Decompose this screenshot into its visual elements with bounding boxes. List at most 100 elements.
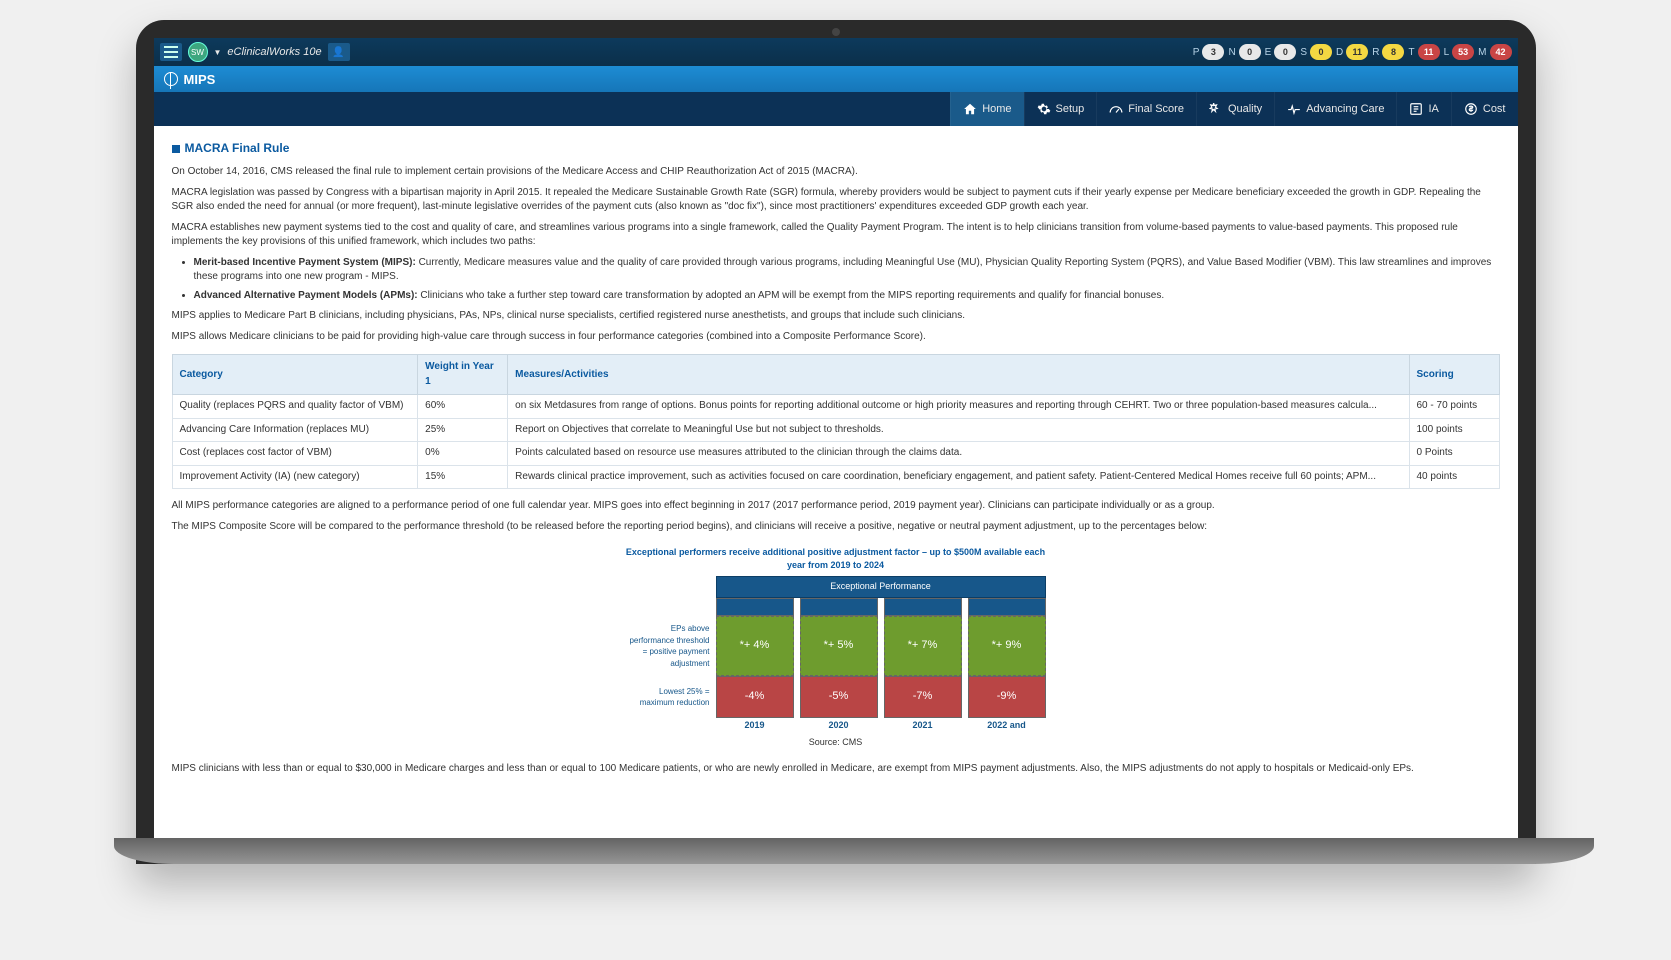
paragraph: MACRA legislation was passed by Congress… [172,186,1500,215]
nav-ia[interactable]: IA [1396,92,1450,126]
chart-header: Exceptional Performance [716,576,1046,597]
col-weight: Weight in Year 1 [418,355,508,395]
list-item: Advanced Alternative Payment Models (APM… [194,289,1500,304]
chart-cell [884,598,962,616]
globe-icon [164,72,178,86]
table-cell: on six Metdasures from range of options.… [508,395,1409,419]
table-cell: 40 points [1409,465,1499,489]
chart-cell: -4% [716,676,794,718]
status-pill-D[interactable]: D11 [1336,44,1368,60]
ia-icon [1409,102,1423,116]
table-cell: Quality (replaces PQRS and quality facto… [172,395,418,419]
table-cell: 60% [418,395,508,419]
paragraph: All MIPS performance categories are alig… [172,499,1500,514]
table-row: Improvement Activity (IA) (new category)… [172,465,1499,489]
table-cell: Advancing Care Information (replaces MU) [172,418,418,442]
paragraph: MACRA establishes new payment systems ti… [172,221,1500,250]
screen: SW ▼ eClinicalWorks 10e 👤 P3N0E0S0D11R8T… [154,38,1518,838]
chart-cell: 2021 [884,718,962,734]
chart-cell: *+ 4% [716,616,794,676]
table-cell: 100 points [1409,418,1499,442]
module-title: MIPS [184,72,216,87]
table-row: Advancing Care Information (replaces MU)… [172,418,1499,442]
people-search-button[interactable]: 👤 [328,43,350,61]
final-score-icon [1109,102,1123,116]
col-category: Category [172,355,418,395]
nav-home[interactable]: Home [950,92,1023,126]
advancing-care-icon [1287,102,1301,116]
cost-icon [1464,102,1478,116]
caret-down-icon[interactable]: ▼ [214,48,222,57]
chart-cell [968,598,1046,616]
nav-label: Advancing Care [1306,103,1384,115]
table-cell: Cost (replaces cost factor of VBM) [172,442,418,466]
chart-cell: -7% [884,676,962,718]
table-cell: Report on Objectives that correlate to M… [508,418,1409,442]
chart-cell: 2020 [800,718,878,734]
status-pill-T[interactable]: T11 [1408,44,1439,60]
nav-label: Cost [1483,103,1506,115]
status-pill-N[interactable]: N0 [1228,44,1260,60]
chart-row-label: Lowest 25% = maximum reduction [626,676,710,718]
chart-cell: -5% [800,676,878,718]
table-cell: Improvement Activity (IA) (new category) [172,465,418,489]
chart-title: Exceptional performers receive additiona… [626,546,1046,572]
person-search-icon: 👤 [332,47,344,58]
chart-row-label: EPs above performance threshold = positi… [626,616,710,676]
col-scoring: Scoring [1409,355,1499,395]
status-pill-M[interactable]: M42 [1478,44,1511,60]
quality-icon [1209,102,1223,116]
menu-button[interactable] [160,43,182,61]
status-pills: P3N0 E0S0D11R8T11 L53M42 [1193,44,1512,60]
chart-cell: *+ 5% [800,616,878,676]
chart-cell: *+ 9% [968,616,1046,676]
content-area: MACRA Final Rule On October 14, 2016, CM… [154,126,1518,838]
chart-source: Source: CMS [626,736,1046,749]
laptop-frame: SW ▼ eClinicalWorks 10e 👤 P3N0E0S0D11R8T… [136,20,1536,864]
paragraph: On October 14, 2016, CMS released the fi… [172,165,1500,180]
module-nav: Home Setup Final ScoreQuality Advancing Car… [154,92,1518,126]
paragraph: The MIPS Composite Score will be compare… [172,520,1500,535]
table-row: Quality (replaces PQRS and quality facto… [172,395,1499,419]
nav-final-score[interactable]: Final Score [1096,92,1196,126]
setup-icon [1037,102,1051,116]
chart-cell: -9% [968,676,1046,718]
status-pill-P[interactable]: P3 [1193,44,1225,60]
status-pill-R[interactable]: R8 [1372,44,1404,60]
chart-cell: 2019 [716,718,794,734]
status-pill-E[interactable]: E0 [1265,44,1297,60]
paragraph: MIPS allows Medicare clinicians to be pa… [172,330,1500,345]
table-cell: Points calculated based on resource use … [508,442,1409,466]
bullet-list: Merit-based Incentive Payment System (MI… [194,256,1500,304]
nav-advancing-care[interactable]: Advancing Care [1274,92,1396,126]
list-item: Merit-based Incentive Payment System (MI… [194,256,1500,285]
table-cell: 60 - 70 points [1409,395,1499,419]
table-cell: 0 Points [1409,442,1499,466]
table-cell: 15% [418,465,508,489]
adjustment-chart: Exceptional performers receive additiona… [172,546,1500,749]
chart-cell [800,598,878,616]
top-bar: SW ▼ eClinicalWorks 10e 👤 P3N0E0S0D11R8T… [154,38,1518,66]
table-row: Cost (replaces cost factor of VBM)0%Poin… [172,442,1499,466]
col-measures: Measures/Activities [508,355,1409,395]
home-icon [963,102,977,116]
nav-setup[interactable]: Setup [1024,92,1097,126]
status-pill-S[interactable]: S0 [1300,44,1332,60]
status-pill-L[interactable]: L53 [1444,44,1475,60]
table-cell: 0% [418,442,508,466]
nav-cost[interactable]: Cost [1451,92,1518,126]
laptop-base [114,838,1594,864]
webcam [832,28,840,36]
nav-quality[interactable]: Quality [1196,92,1274,126]
nav-label: Home [982,103,1011,115]
section-title: MACRA Final Rule [172,140,1500,157]
table-cell: Rewards clinical practice improvement, s… [508,465,1409,489]
user-badge[interactable]: SW [188,42,208,62]
module-title-bar: MIPS [154,66,1518,92]
paragraph: MIPS clinicians with less than or equal … [172,762,1500,777]
chart-cell: 2022 and [968,718,1046,734]
chart-cell: *+ 7% [884,616,962,676]
mips-categories-table: Category Weight in Year 1 Measures/Activ… [172,354,1500,489]
nav-label: IA [1428,103,1438,115]
nav-label: Setup [1056,103,1085,115]
